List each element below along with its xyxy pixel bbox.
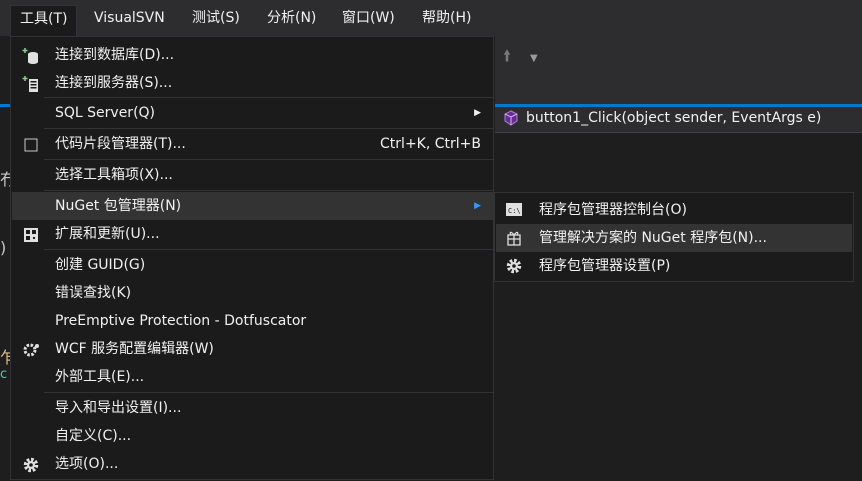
menu-item-label: 连接到数据库(D)...: [55, 47, 175, 63]
method-dropdown[interactable]: button1_Click(object sender, EventArgs e…: [526, 110, 821, 126]
menu-item-error-lookup[interactable]: 错误查找(K): [12, 279, 493, 307]
menu-item-nuget[interactable]: NuGet 包管理器(N) ▶: [12, 192, 493, 220]
submenu-item-manage-packages[interactable]: 管理解决方案的 NuGet 程序包(N)...: [496, 224, 852, 252]
server-add-icon: [22, 76, 38, 92]
gear-icon: [23, 457, 39, 473]
menu-item-label: 选择工具箱项(X)...: [55, 167, 173, 183]
package-icon: [507, 231, 521, 246]
menu-item-connect-database[interactable]: 连接到数据库(D)...: [12, 41, 493, 69]
menu-item-customize[interactable]: 自定义(C)...: [12, 422, 493, 450]
submenu-item-package-settings[interactable]: 程序包管理器设置(P): [496, 252, 852, 280]
gear-icon: [506, 258, 522, 274]
menu-item-label: PreEmptive Protection - Dotfuscator: [55, 313, 307, 329]
menu-item-label: 错误查找(K): [55, 285, 132, 301]
editor-left-strip: [0, 36, 10, 481]
nuget-submenu: C:\ 程序包管理器控制台(O) 管理解决方案的 NuGet 程序包(N)...…: [494, 192, 854, 282]
method-cube-icon: [504, 110, 518, 126]
console-icon: C:\: [506, 203, 522, 216]
menu-separator: [44, 159, 493, 160]
menu-item-label: 连接到服务器(S)...: [55, 75, 173, 91]
menu-separator: [44, 97, 493, 98]
menu-separator: [44, 249, 493, 250]
menu-item-options[interactable]: 选项(O)...: [12, 450, 493, 478]
menu-help[interactable]: 帮助(H): [413, 5, 480, 31]
menu-item-external-tools[interactable]: 外部工具(E)...: [12, 363, 493, 391]
menu-item-label: 导入和导出设置(I)...: [55, 400, 182, 416]
menu-separator: [44, 190, 493, 191]
menu-separator: [44, 392, 493, 393]
toolbar-dropdown-icon[interactable]: ▼: [530, 53, 538, 64]
menu-item-snippets-manager[interactable]: 代码片段管理器(T)... Ctrl+K, Ctrl+B: [12, 130, 493, 158]
left-tab-accent: [0, 104, 10, 107]
menu-item-label: WCF 服务配置编辑器(W): [55, 341, 214, 357]
toolbar-area: [495, 36, 862, 104]
menu-item-label: SQL Server(Q): [55, 105, 156, 121]
menu-tools[interactable]: 工具(T): [10, 5, 78, 37]
menu-item-label: 选项(O)...: [55, 456, 119, 472]
menu-visualsvn[interactable]: VisualSVN: [85, 5, 174, 31]
submenu-arrow-icon: ▶: [474, 201, 481, 211]
menu-item-label: 创建 GUID(G): [55, 257, 146, 273]
menu-item-choose-toolbox[interactable]: 选择工具箱项(X)...: [12, 161, 493, 189]
extensions-icon: [24, 228, 38, 242]
menu-item-label: 外部工具(E)...: [55, 369, 145, 385]
menu-item-label: 扩展和更新(U)...: [55, 226, 160, 242]
submenu-arrow-icon: ▶: [474, 108, 481, 118]
menu-item-label: 代码片段管理器(T)...: [55, 136, 186, 152]
partial-glyph: c: [0, 367, 8, 382]
tools-menu: 连接到数据库(D)... 连接到服务器(S)... SQL Server(Q) …: [10, 36, 494, 480]
database-add-icon: [22, 48, 38, 64]
submenu-item-package-console[interactable]: C:\ 程序包管理器控制台(O): [496, 196, 852, 224]
menu-item-connect-server[interactable]: 连接到服务器(S)...: [12, 69, 493, 97]
menu-bar: 工具(T) VisualSVN 测试(S) 分析(N) 窗口(W) 帮助(H): [0, 0, 862, 37]
shortcut-text: Ctrl+K, Ctrl+B: [380, 136, 481, 152]
menu-window[interactable]: 窗口(W): [333, 5, 404, 31]
menu-item-label: 程序包管理器设置(P): [539, 258, 671, 274]
up-arrow-icon[interactable]: 🠙: [503, 45, 511, 72]
menu-item-label: 管理解决方案的 NuGet 程序包(N)...: [539, 230, 767, 246]
partial-glyph: ): [0, 238, 7, 257]
wcf-gear-icon: [23, 343, 39, 357]
menu-item-wcf-editor[interactable]: WCF 服务配置编辑器(W): [12, 335, 493, 363]
menu-item-create-guid[interactable]: 创建 GUID(G): [12, 251, 493, 279]
menu-item-import-export[interactable]: 导入和导出设置(I)...: [12, 394, 493, 422]
menu-test[interactable]: 测试(S): [183, 5, 249, 31]
menu-analyze[interactable]: 分析(N): [258, 5, 325, 31]
menu-item-label: 程序包管理器控制台(O): [539, 202, 687, 218]
svg-text:C:\: C:\: [508, 207, 521, 215]
menu-item-label: 自定义(C)...: [55, 428, 132, 444]
menu-item-sql-server[interactable]: SQL Server(Q) ▶: [12, 99, 493, 127]
menu-item-label: NuGet 包管理器(N): [55, 198, 182, 214]
menu-item-extensions[interactable]: 扩展和更新(U)...: [12, 220, 493, 248]
menu-separator: [44, 128, 493, 129]
menu-item-dotfuscator[interactable]: PreEmptive Protection - Dotfuscator: [12, 307, 493, 335]
snippet-icon: [24, 138, 38, 152]
